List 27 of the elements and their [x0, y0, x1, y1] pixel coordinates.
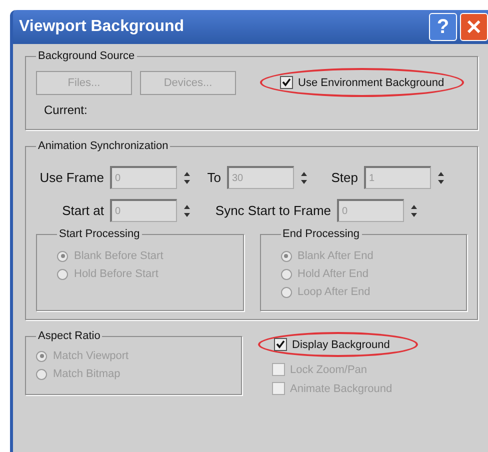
checkbox[interactable]: Display Background — [274, 338, 390, 351]
field-label: Sync Start to Frame — [214, 203, 331, 218]
help-button[interactable]: ? — [429, 13, 457, 41]
field-label: Start at — [61, 203, 104, 218]
checkbox-box[interactable] — [274, 338, 287, 351]
group-title: End Processing — [282, 228, 361, 240]
check-icon — [276, 340, 285, 349]
spinner-arrows-icon[interactable] — [410, 204, 418, 218]
spinner-arrows-icon[interactable] — [437, 170, 445, 184]
close-button[interactable]: ✕ — [460, 13, 488, 41]
group-title: Animation Synchronization — [37, 140, 170, 152]
checkbox[interactable]: Use Environment Background — [280, 76, 444, 89]
window-title: Viewport Background — [19, 18, 186, 36]
check-icon — [282, 78, 291, 87]
field-label: Step — [330, 170, 358, 185]
checkbox-label: Use Environment Background — [298, 76, 444, 88]
field-label: Use Frame — [38, 170, 104, 185]
current-label: Current: — [44, 103, 88, 117]
spinner-arrows-icon[interactable] — [183, 204, 191, 218]
spinner-arrows-icon[interactable] — [300, 170, 308, 184]
field-label: To — [206, 170, 221, 185]
group-title: Background Source — [37, 50, 136, 62]
group-title: Aspect Ratio — [37, 330, 102, 342]
group-title: Start Processing — [58, 228, 141, 240]
checkbox-box[interactable] — [280, 76, 293, 89]
checkbox-label: Display Background — [292, 338, 390, 350]
spinner-arrows-icon[interactable] — [183, 170, 191, 184]
